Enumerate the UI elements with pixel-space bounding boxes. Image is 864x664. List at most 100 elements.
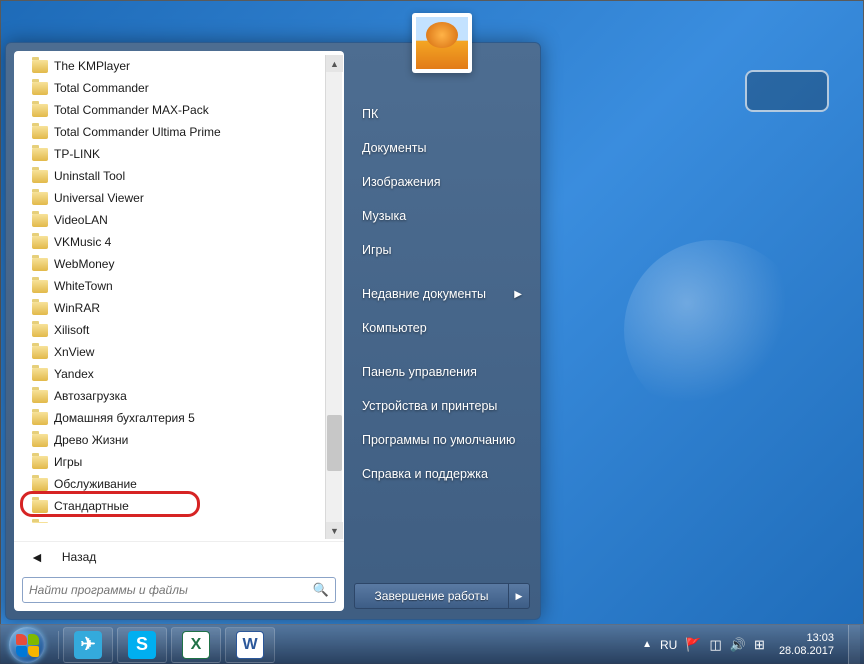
program-folder-item[interactable]: Xilisoft — [18, 319, 342, 341]
taskbar-separator — [58, 631, 59, 659]
search-box[interactable]: 🔍 — [22, 577, 336, 603]
program-label: Древо Жизни — [54, 433, 128, 447]
program-folder-item[interactable]: Yandex — [18, 363, 342, 385]
shutdown-options-button[interactable]: ▶ — [508, 583, 530, 609]
program-folder-item[interactable]: Обслуживание — [18, 473, 342, 495]
program-label: VideoLAN — [54, 213, 108, 227]
program-folder-item[interactable]: Яндекс — [18, 517, 342, 523]
program-folder-item[interactable]: Стандартные — [18, 495, 342, 517]
program-folder-item[interactable]: Total Commander MAX-Pack — [18, 99, 342, 121]
program-label: Обслуживание — [54, 477, 137, 491]
start-menu-right-panel: ПК Документы Изображения Музыка Игры Недавни… — [344, 43, 540, 619]
shutdown-button[interactable]: Завершение работы — [354, 583, 508, 609]
scrollbar[interactable]: ▲ ▼ — [325, 55, 342, 539]
program-folder-item[interactable]: Total Commander — [18, 77, 342, 99]
program-folder-item[interactable]: Автозагрузка — [18, 385, 342, 407]
menu-label: Компьютер — [362, 321, 427, 335]
skype-icon: S — [128, 631, 156, 659]
folder-icon — [32, 324, 48, 337]
program-folder-item[interactable]: Universal Viewer — [18, 187, 342, 209]
program-label: Яндекс — [54, 521, 94, 523]
telegram-icon: ✈ — [74, 631, 102, 659]
taskbar-app-telegram[interactable]: ✈ — [63, 627, 113, 663]
program-label: Total Commander MAX-Pack — [54, 103, 209, 117]
folder-icon — [32, 60, 48, 73]
folder-icon — [32, 258, 48, 271]
taskbar-app-word[interactable]: W — [225, 627, 275, 663]
folder-icon — [32, 302, 48, 315]
menu-item-computer[interactable]: Компьютер — [358, 311, 532, 345]
taskbar-app-excel[interactable]: X — [171, 627, 221, 663]
program-label: Игры — [54, 455, 82, 469]
scroll-down-button[interactable]: ▼ — [326, 522, 343, 539]
menu-item[interactable]: Панель управления — [358, 355, 532, 389]
folder-icon — [32, 346, 48, 359]
desktop[interactable]: The KMPlayerTotal Commander Total Command… — [0, 0, 864, 664]
program-folder-item[interactable]: WhiteTown — [18, 275, 342, 297]
menu-label: Устройства и принтеры — [362, 399, 497, 413]
scroll-thumb[interactable] — [327, 415, 342, 471]
program-folder-item[interactable]: WinRAR — [18, 297, 342, 319]
back-label: Назад — [62, 550, 96, 564]
all-programs-list: The KMPlayerTotal Commander Total Command… — [14, 51, 344, 541]
menu-item[interactable]: Музыка — [358, 199, 532, 233]
folder-icon — [32, 434, 48, 447]
program-folder-item[interactable]: The KMPlayer — [18, 55, 342, 77]
program-folder-item[interactable]: Домашняя бухгалтерия 5 — [18, 407, 342, 429]
program-label: VKMusic 4 — [54, 235, 111, 249]
folder-icon — [32, 104, 48, 117]
folder-icon — [32, 368, 48, 381]
scroll-up-button[interactable]: ▲ — [326, 55, 343, 72]
menu-item[interactable]: Справка и поддержка — [358, 457, 532, 491]
program-folder-item[interactable]: XnView — [18, 341, 342, 363]
folder-icon — [32, 456, 48, 469]
program-folder-item[interactable]: Игры — [18, 451, 342, 473]
menu-item[interactable]: Устройства и принтеры — [358, 389, 532, 423]
program-label: Домашняя бухгалтерия 5 — [54, 411, 195, 425]
start-button[interactable] — [0, 625, 54, 664]
taskbar-app-skype[interactable]: S — [117, 627, 167, 663]
flag-icon[interactable]: 🚩 — [685, 637, 701, 653]
folder-icon — [32, 236, 48, 249]
menu-item[interactable]: ПК — [358, 97, 532, 131]
excel-icon: X — [182, 631, 210, 659]
program-folder-item[interactable]: WebMoney — [18, 253, 342, 275]
show-desktop-button[interactable] — [848, 625, 860, 664]
program-label: Автозагрузка — [54, 389, 127, 403]
program-label: WhiteTown — [54, 279, 113, 293]
menu-label: Музыка — [362, 209, 406, 223]
action-center-icon[interactable]: ⊞ — [754, 637, 765, 653]
back-arrow-icon: ◄ — [30, 549, 44, 565]
search-input[interactable] — [29, 583, 313, 597]
taskbar-clock[interactable]: 13:03 28.08.2017 — [773, 632, 840, 658]
clock-date: 28.08.2017 — [779, 645, 834, 658]
word-icon: W — [236, 631, 264, 659]
program-folder-item[interactable]: Total Commander Ultima Prime — [18, 121, 342, 143]
menu-label: Изображения — [362, 175, 441, 189]
folder-icon — [32, 412, 48, 425]
menu-item-recent-documents[interactable]: Недавние документы ▶ — [358, 277, 532, 311]
program-label: WebMoney — [54, 257, 114, 271]
menu-item[interactable]: Игры — [358, 233, 532, 267]
menu-item[interactable]: Программы по умолчанию — [358, 423, 532, 457]
program-folder-item[interactable]: VideoLAN — [18, 209, 342, 231]
menu-item[interactable]: Изображения — [358, 165, 532, 199]
folder-icon — [32, 148, 48, 161]
volume-icon[interactable]: 🔊 — [730, 637, 746, 653]
menu-item[interactable]: Документы — [358, 131, 532, 165]
menu-label: ПК — [362, 107, 378, 121]
user-avatar[interactable] — [412, 13, 472, 73]
folder-icon — [32, 170, 48, 183]
search-icon: 🔍 — [313, 582, 329, 598]
program-folder-item[interactable]: Древо Жизни — [18, 429, 342, 451]
program-label: Total Commander Ultima Prime — [54, 125, 221, 139]
back-button[interactable]: ◄ Назад — [14, 541, 344, 571]
program-folder-item[interactable]: VKMusic 4 — [18, 231, 342, 253]
taskbar: ✈ S X W ▲ RU 🚩 ◫ 🔊 ⊞ 13:03 28.08.2017 — [0, 624, 864, 664]
program-label: WinRAR — [54, 301, 100, 315]
program-folder-item[interactable]: TP-LINK — [18, 143, 342, 165]
program-folder-item[interactable]: Uninstall Tool — [18, 165, 342, 187]
network-icon[interactable]: ◫ — [710, 637, 722, 653]
tray-overflow-button[interactable]: ▲ — [642, 639, 652, 650]
language-indicator[interactable]: RU — [660, 638, 677, 652]
